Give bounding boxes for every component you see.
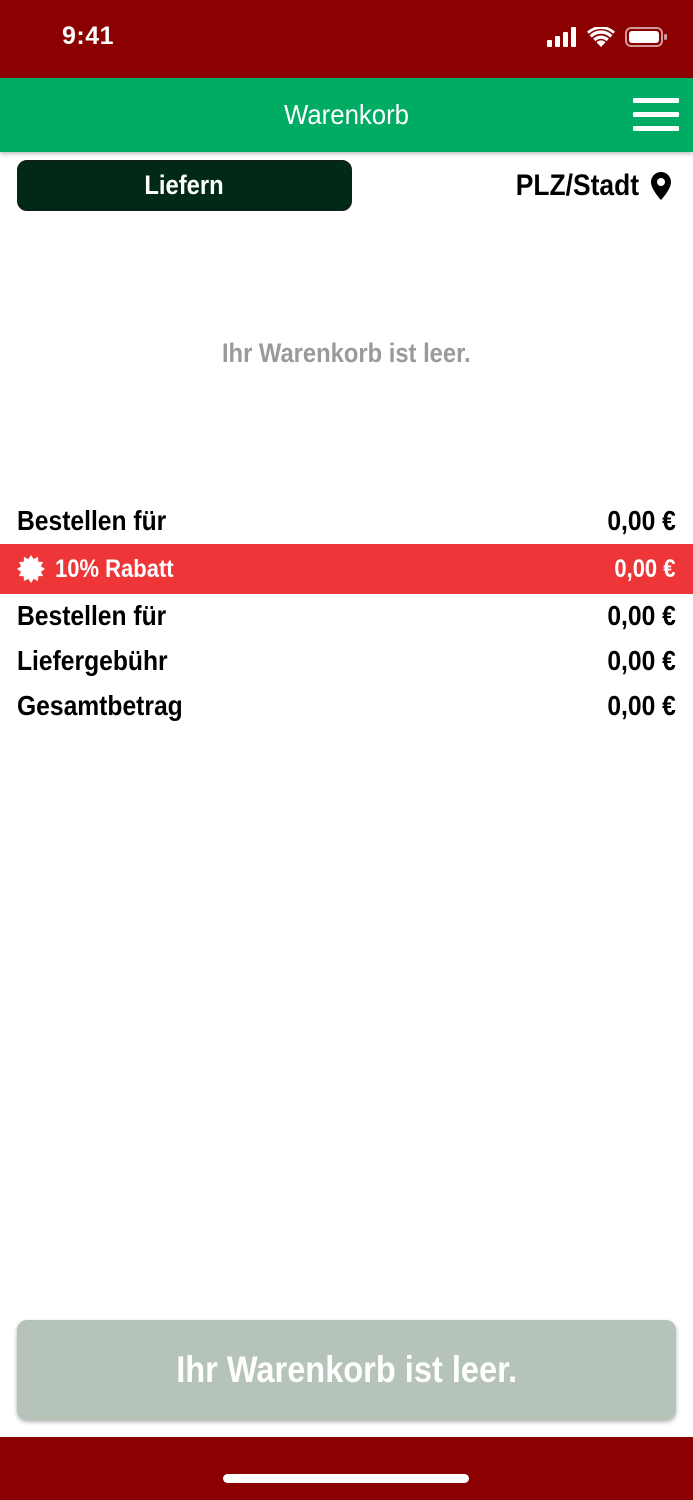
bottom-bar — [0, 1437, 693, 1500]
summary-value: 0,00 € — [614, 554, 676, 583]
deliver-mode-label: Liefern — [144, 170, 225, 200]
summary-row-discount: 10% Rabatt 0,00 € — [0, 544, 693, 594]
status-bar: 9:41 — [0, 0, 693, 78]
summary-row-subtotal: Bestellen für 0,00 € — [0, 497, 693, 545]
deliver-mode-button[interactable]: Liefern — [17, 160, 352, 211]
app-bar: Warenkorb — [0, 78, 693, 152]
home-indicator[interactable] — [223, 1474, 469, 1483]
summary-row-order: Bestellen für 0,00 € — [0, 592, 693, 640]
summary-value: 0,00 € — [607, 645, 676, 676]
checkout-button[interactable]: Ihr Warenkorb ist leer. — [17, 1320, 676, 1420]
summary-value: 0,00 € — [607, 505, 676, 536]
wifi-icon — [587, 27, 615, 47]
location-label: PLZ/Stadt — [515, 169, 639, 202]
status-time: 9:41 — [62, 22, 115, 50]
map-pin-icon — [651, 172, 671, 200]
cellular-signal-icon — [547, 27, 576, 47]
location-selector[interactable]: PLZ/Stadt — [499, 164, 671, 208]
hamburger-menu-icon[interactable] — [633, 98, 679, 132]
summary-label: Gesamtbetrag — [17, 690, 183, 721]
empty-cart-message: Ihr Warenkorb ist leer. — [222, 338, 471, 368]
summary-row-total: Gesamtbetrag 0,00 € — [0, 682, 693, 730]
summary-label: Bestellen für — [17, 600, 167, 631]
summary-value: 0,00 € — [607, 690, 676, 721]
battery-icon — [625, 27, 667, 47]
checkout-label: Ihr Warenkorb ist leer. — [176, 1349, 517, 1390]
summary-label: Liefergebühr — [17, 645, 168, 676]
discount-badge-icon — [17, 555, 45, 583]
summary-value: 0,00 € — [607, 600, 676, 631]
status-icons — [547, 27, 667, 47]
summary-label: Bestellen für — [17, 505, 167, 536]
summary-row-delivery-fee: Liefergebühr 0,00 € — [0, 637, 693, 685]
page-title: Warenkorb — [283, 99, 410, 130]
summary-label: 10% Rabatt — [55, 554, 174, 583]
